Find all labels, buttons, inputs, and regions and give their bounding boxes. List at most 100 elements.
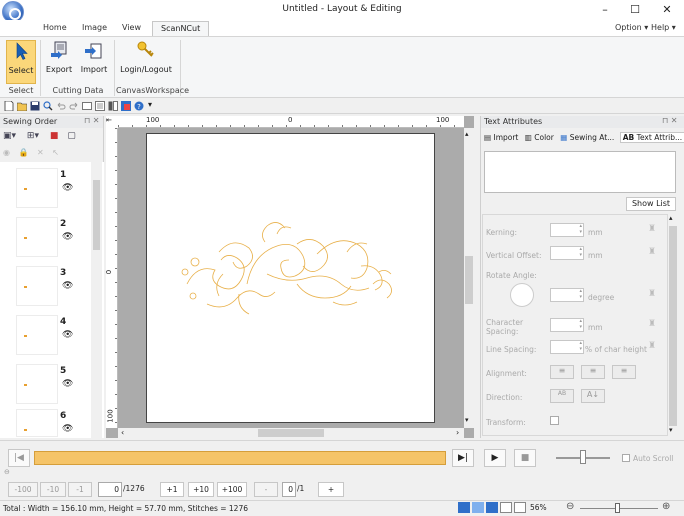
login-logout-button[interactable]: Login/Logout	[118, 40, 174, 84]
pattern-input[interactable]: 0	[282, 482, 296, 497]
embroidery-design[interactable]	[147, 134, 436, 424]
open-folder-icon[interactable]	[17, 101, 27, 111]
qat-dropdown-icon[interactable]: ▾	[148, 100, 152, 109]
play-button[interactable]: ▶	[484, 449, 506, 467]
color-icon[interactable]	[121, 101, 131, 111]
vertical-offset-spinner[interactable]	[550, 246, 584, 260]
line-spacing-apply-icon[interactable]: ♜	[648, 341, 656, 351]
window-icon[interactable]	[95, 101, 105, 111]
char-spacing-apply-icon[interactable]: ♜	[648, 319, 656, 329]
tab-sewing[interactable]: ▦ Sewing At...	[560, 133, 614, 142]
text-attr-scroll-thumb[interactable]	[669, 226, 677, 426]
layer-icon[interactable]: ⊞▾	[27, 131, 39, 141]
panel-pin-icon[interactable]: ⊓ ✕	[84, 116, 100, 125]
eye-icon[interactable]: 👁	[62, 281, 73, 291]
line-spacing-spinner[interactable]	[550, 340, 584, 354]
list-item[interactable]	[16, 409, 58, 437]
scroll-down-icon[interactable]: ▾	[669, 426, 673, 434]
stop-button[interactable]: ■	[514, 449, 536, 467]
cursor-icon[interactable]: ↖	[52, 148, 59, 157]
eye-icon[interactable]: 👁	[62, 330, 73, 340]
undo-icon[interactable]	[56, 101, 66, 111]
align-center-button[interactable]: ≡	[581, 365, 605, 379]
character-spacing-spinner[interactable]	[550, 318, 584, 332]
sewing-order-scroll-thumb[interactable]	[93, 180, 100, 250]
vertical-offset-apply-icon[interactable]: ♜	[648, 247, 656, 257]
eye-icon[interactable]: 👁	[62, 183, 73, 193]
scroll-up-icon[interactable]: ▴	[465, 130, 469, 138]
grid-icon[interactable]	[82, 101, 92, 111]
pattern-next-button[interactable]: +	[318, 482, 344, 497]
speed-slider-thumb[interactable]	[580, 450, 586, 464]
hide-icon[interactable]: ✕	[37, 148, 44, 157]
go-start-button[interactable]: |◀	[8, 449, 30, 467]
canvas-vscroll-thumb[interactable]	[465, 256, 473, 304]
export-button[interactable]: Export	[44, 40, 74, 84]
text-list-box[interactable]	[484, 151, 676, 193]
step-minus-10-button[interactable]: -10	[40, 482, 66, 497]
go-end-button[interactable]: ▶|	[452, 449, 474, 467]
frame-icon[interactable]: ▢	[67, 131, 76, 141]
eye-toggle-icon[interactable]: ◉	[3, 148, 10, 157]
tab-image[interactable]: Image	[82, 23, 107, 32]
transform-checkbox[interactable]	[550, 416, 559, 425]
step-plus-100-button[interactable]: +100	[217, 482, 247, 497]
tab-view[interactable]: View	[122, 23, 141, 32]
tab-color[interactable]: ▥ Color	[525, 133, 554, 142]
canvas-hscroll-thumb[interactable]	[258, 429, 324, 437]
view-mode-icon[interactable]	[500, 502, 512, 513]
redo-icon[interactable]	[69, 101, 79, 111]
scroll-down-icon[interactable]: ▾	[465, 416, 469, 424]
save-icon[interactable]	[30, 101, 40, 111]
rotate-angle-spinner[interactable]	[550, 288, 584, 302]
playback-options-icon[interactable]: ⊖	[4, 468, 10, 476]
direction-vertical-button[interactable]: A↓	[581, 389, 605, 403]
view-mode-icon[interactable]	[486, 502, 498, 513]
list-item[interactable]	[16, 217, 58, 257]
color-sort-icon[interactable]: ■	[50, 131, 59, 141]
layout-icon[interactable]	[108, 101, 118, 111]
tab-import[interactable]: ▤ Import	[484, 133, 518, 142]
option-menu[interactable]: Option ▾	[615, 23, 648, 32]
zoom-in-icon[interactable]: ⊕	[662, 501, 670, 512]
auto-scroll-checkbox[interactable]	[622, 454, 630, 462]
lock-icon[interactable]: 🔒	[19, 148, 29, 157]
rotate-apply-icon[interactable]: ♜	[648, 289, 656, 299]
tab-home[interactable]: Home	[43, 23, 67, 32]
list-item[interactable]	[16, 364, 58, 404]
design-page[interactable]	[146, 133, 435, 423]
minimize-button[interactable]: –	[590, 0, 620, 20]
scroll-up-icon[interactable]: ▴	[669, 214, 673, 222]
step-minus-100-button[interactable]: -100	[8, 482, 38, 497]
stitch-progress-bar[interactable]	[34, 451, 446, 465]
scroll-right-icon[interactable]: ›	[456, 428, 459, 437]
list-item[interactable]	[16, 266, 58, 306]
align-right-button[interactable]: ≡	[612, 365, 636, 379]
help-icon[interactable]: ?	[134, 101, 144, 111]
step-plus-10-button[interactable]: +10	[188, 482, 214, 497]
close-button[interactable]: ✕	[652, 0, 682, 20]
panel-pin-icon[interactable]: ⊓ ✕	[662, 116, 678, 125]
tab-text-attributes[interactable]: AB Text Attrib...	[619, 132, 684, 143]
zoom-slider-thumb[interactable]	[615, 503, 620, 513]
zoom-icon[interactable]	[43, 101, 53, 111]
step-minus-1-button[interactable]: -1	[68, 482, 92, 497]
view-mode-icon[interactable]	[472, 502, 484, 513]
sort-icon[interactable]: ▣▾	[3, 131, 16, 141]
view-mode-icon[interactable]	[458, 502, 470, 513]
stitch-input[interactable]: 0	[98, 482, 122, 497]
show-list-button[interactable]: Show List	[626, 197, 676, 211]
align-left-button[interactable]: ≡	[550, 365, 574, 379]
select-button[interactable]: Select	[6, 40, 36, 84]
scroll-left-icon[interactable]: ‹	[121, 428, 124, 437]
maximize-button[interactable]: ☐	[620, 0, 650, 20]
kerning-spinner[interactable]	[550, 223, 584, 237]
kerning-apply-icon[interactable]: ♜	[648, 224, 656, 234]
step-plus-1-button[interactable]: +1	[160, 482, 184, 497]
view-mode-icon[interactable]	[514, 502, 526, 513]
list-item[interactable]	[16, 168, 58, 208]
direction-horizontal-button[interactable]: AB	[550, 389, 574, 403]
list-item[interactable]	[16, 315, 58, 355]
tab-scanncut[interactable]: ScanNCut	[152, 21, 210, 37]
eye-icon[interactable]: 👁	[62, 379, 73, 389]
